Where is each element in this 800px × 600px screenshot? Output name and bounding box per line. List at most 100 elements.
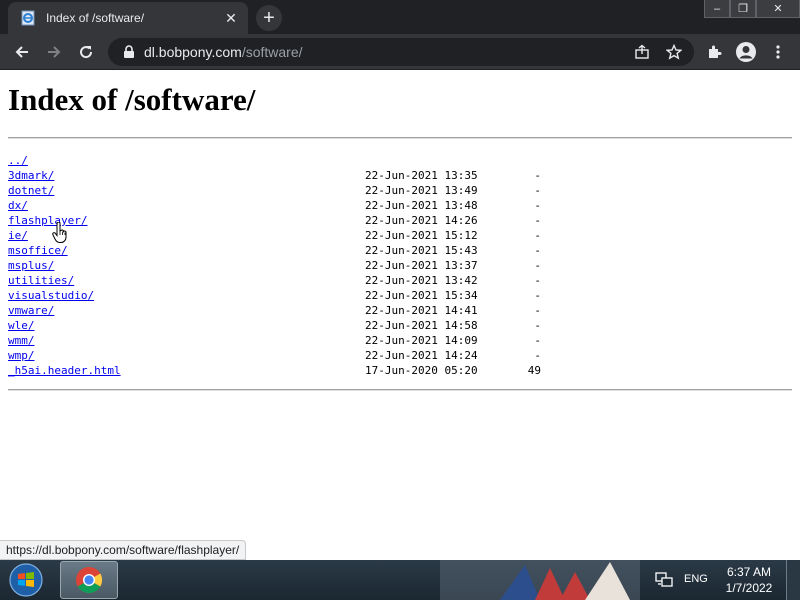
windows-taskbar: ENG 6:37 AM 1/7/2022	[0, 560, 800, 600]
entry-date: 22-Jun-2021 13:37	[365, 259, 478, 272]
arrow-left-icon	[15, 46, 28, 58]
listing-row: wle/22-Jun-2021 14:58 -	[8, 318, 792, 333]
entry-date: 22-Jun-2021 14:09	[365, 334, 478, 347]
listing-row: vmware/22-Jun-2021 14:41 -	[8, 303, 792, 318]
listing-row: wmp/22-Jun-2021 14:24 -	[8, 348, 792, 363]
entry-link[interactable]: dotnet/	[8, 183, 54, 198]
reload-icon	[80, 46, 93, 59]
entry-size: -	[534, 259, 541, 272]
entry-link[interactable]: ../	[8, 153, 28, 168]
start-button[interactable]	[6, 561, 46, 599]
entry-size: -	[534, 214, 541, 227]
top-divider	[8, 137, 792, 139]
listing-row: ie/22-Jun-2021 15:12 -	[8, 228, 792, 243]
entry-size: -	[534, 244, 541, 257]
entry-date: 22-Jun-2021 13:49	[365, 184, 478, 197]
tab-strip: Index of /software/ ✕ + – ❐ ✕	[0, 0, 800, 34]
share-icon[interactable]	[632, 42, 652, 62]
windows-logo-icon	[9, 563, 43, 597]
listing-row: visualstudio/22-Jun-2021 15:34 -	[8, 288, 792, 303]
listing-row: msoffice/22-Jun-2021 15:43 -	[8, 243, 792, 258]
taskbar-chrome-button[interactable]	[60, 561, 118, 599]
taskbar-background-art	[440, 560, 640, 600]
entry-link[interactable]: ie/	[8, 228, 28, 243]
puzzle-icon	[709, 45, 722, 58]
entry-size: -	[534, 289, 541, 302]
entry-size: -	[534, 319, 541, 332]
link-status-bubble: https://dl.bobpony.com/software/flashpla…	[0, 540, 247, 560]
page-content: Index of /software/ ../3dmark/22-Jun-202…	[0, 71, 800, 560]
listing-row: ../	[8, 153, 792, 168]
entry-link[interactable]: msoffice/	[8, 243, 68, 258]
network-icon[interactable]	[655, 572, 673, 588]
listing-row: flashplayer/22-Jun-2021 14:26 -	[8, 213, 792, 228]
entry-date: 22-Jun-2021 14:58	[365, 319, 478, 332]
show-desktop-button[interactable]	[786, 560, 800, 600]
entry-date: 22-Jun-2021 15:12	[365, 229, 478, 242]
listing-row: wmm/22-Jun-2021 14:09 -	[8, 333, 792, 348]
avatar-icon	[736, 42, 756, 62]
entry-link[interactable]: wle/	[8, 318, 35, 333]
page-title: Index of /software/	[8, 82, 256, 117]
tab-title: Index of /software/	[46, 11, 145, 25]
system-clock[interactable]: 6:37 AM 1/7/2022	[718, 564, 780, 596]
clock-date: 1/7/2022	[725, 581, 773, 595]
entry-link[interactable]: msplus/	[8, 258, 54, 273]
entry-link[interactable]: visualstudio/	[8, 288, 94, 303]
language-indicator[interactable]: ENG	[684, 573, 708, 585]
entry-size: -	[534, 169, 541, 182]
entry-date: 22-Jun-2021 13:35	[365, 169, 478, 182]
entry-size: -	[534, 304, 541, 317]
entry-link[interactable]: dx/	[8, 198, 28, 213]
entry-date: 22-Jun-2021 14:26	[365, 214, 478, 227]
window-controls: – ❐ ✕	[704, 0, 800, 18]
entry-date: 22-Jun-2021 15:34	[365, 289, 478, 302]
url-host: dl.bobpony.com	[144, 44, 242, 60]
listing-row: msplus/22-Jun-2021 13:37 -	[8, 258, 792, 273]
listing-row: dx/22-Jun-2021 13:48 -	[8, 198, 792, 213]
entry-date: 22-Jun-2021 14:41	[365, 304, 478, 317]
entry-size: -	[534, 184, 541, 197]
entry-size: -	[534, 199, 541, 212]
browser-tab[interactable]: Index of /software/ ✕	[8, 2, 248, 34]
forward-button[interactable]	[40, 38, 68, 66]
chrome-icon	[76, 567, 103, 594]
back-button[interactable]	[8, 38, 36, 66]
entry-link[interactable]: flashplayer/	[8, 213, 87, 228]
bookmark-star-icon[interactable]	[664, 42, 684, 62]
maximize-button[interactable]: ❐	[730, 0, 756, 18]
kebab-menu-icon	[776, 45, 780, 59]
directory-listing: ../3dmark/22-Jun-2021 13:35- dotnet/22-Ju…	[8, 153, 792, 378]
entry-size: -	[534, 229, 541, 242]
entry-date: 17-Jun-2020 05:20	[365, 364, 478, 377]
entry-link[interactable]: vmware/	[8, 303, 54, 318]
entry-date: 22-Jun-2021 13:48	[365, 199, 478, 212]
entry-link[interactable]: 3dmark/	[8, 168, 54, 183]
entry-link[interactable]: utilities/	[8, 273, 74, 288]
listing-row: dotnet/22-Jun-2021 13:49 -	[8, 183, 792, 198]
listing-row: _h5ai.header.html 17-Jun-2020 05:20 49	[8, 363, 792, 378]
lock-icon[interactable]	[122, 45, 136, 59]
entry-link[interactable]: _h5ai.header.html	[8, 363, 121, 378]
address-bar[interactable]: dl.bobpony.com/software/	[108, 38, 694, 66]
entry-link[interactable]: wmm/	[8, 333, 35, 348]
window-close-button[interactable]: ✕	[756, 0, 800, 18]
profile-button[interactable]	[732, 38, 760, 66]
minimize-button[interactable]: –	[704, 0, 730, 18]
reload-button[interactable]	[72, 38, 100, 66]
url-text: dl.bobpony.com/software/	[144, 44, 620, 60]
entry-date: 22-Jun-2021 14:24	[365, 349, 478, 362]
tab-close-icon[interactable]: ✕	[222, 9, 240, 27]
menu-button[interactable]	[764, 38, 792, 66]
entry-date: 22-Jun-2021 15:43	[365, 244, 478, 257]
extensions-button[interactable]	[700, 38, 728, 66]
arrow-right-icon	[48, 46, 61, 58]
entry-size: -	[534, 334, 541, 347]
listing-row: 3dmark/22-Jun-2021 13:35 -	[8, 168, 792, 183]
new-tab-button[interactable]: +	[256, 5, 282, 31]
ie-page-icon	[20, 10, 36, 26]
entry-link[interactable]: wmp/	[8, 348, 35, 363]
url-path: /software/	[241, 44, 303, 60]
entry-size: -	[534, 349, 541, 362]
entry-size: 49	[527, 364, 541, 377]
